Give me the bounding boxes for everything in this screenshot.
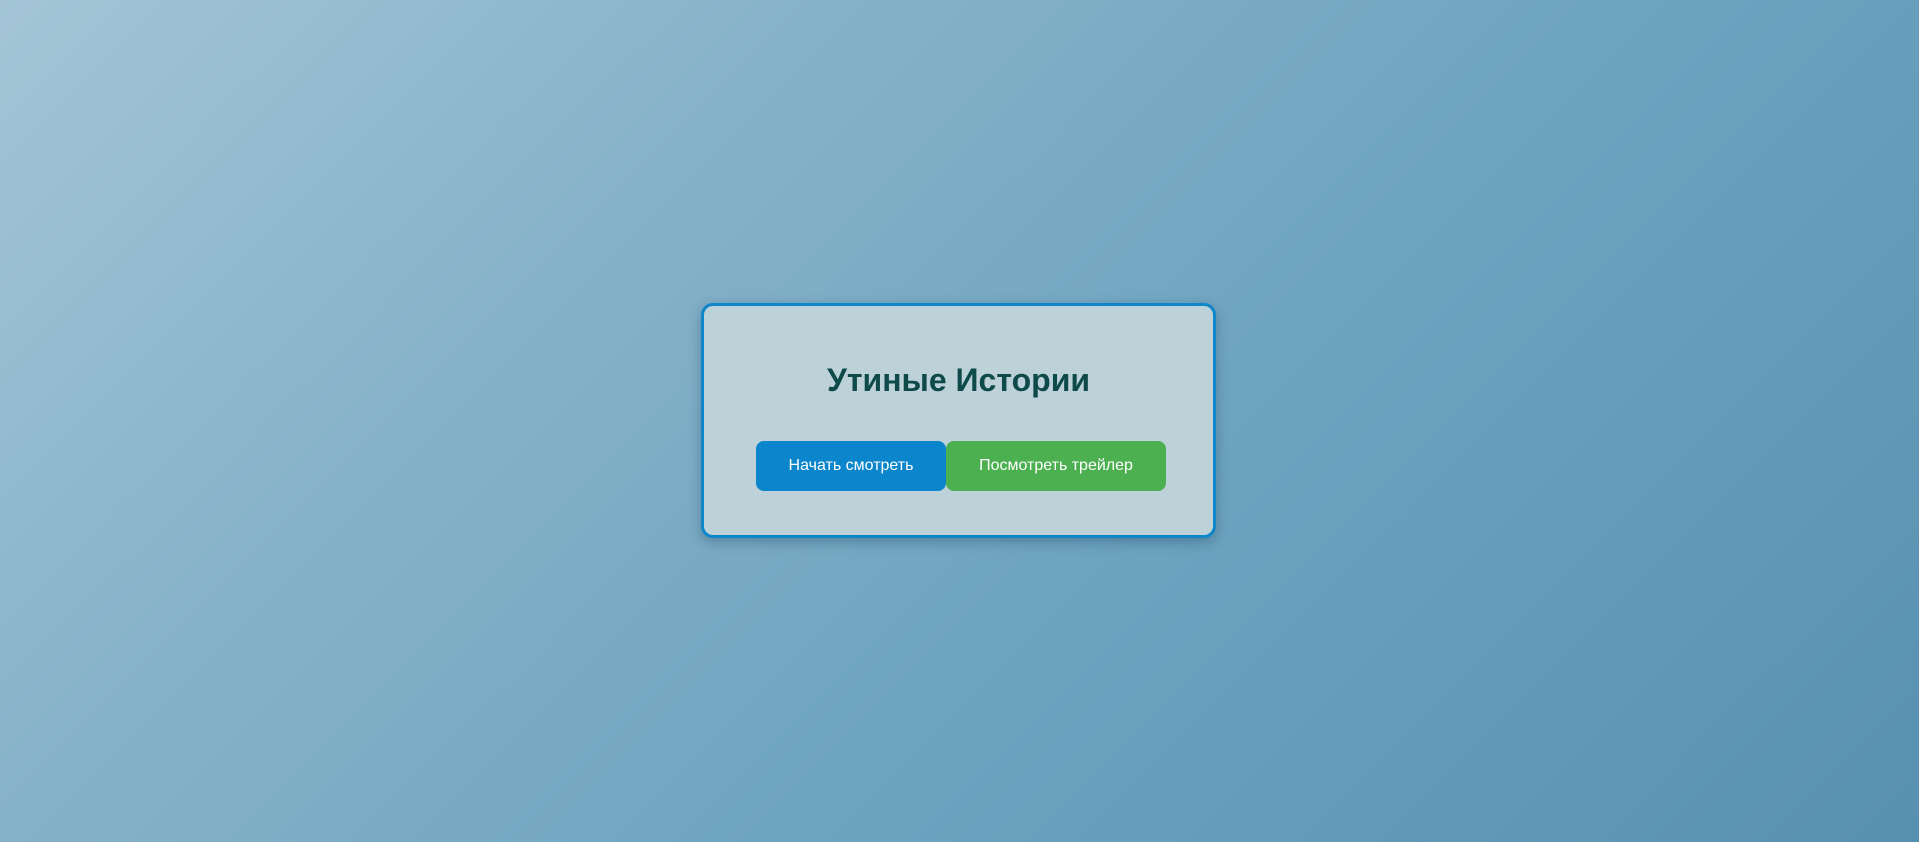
page-title: Утиные Истории (826, 362, 1091, 398)
watch-trailer-button[interactable]: Посмотреть трейлер (946, 441, 1166, 491)
button-row: Начать смотреть Посмотреть трейлер (756, 441, 1166, 491)
start-watching-button[interactable]: Начать смотреть (756, 441, 946, 491)
menu-card: Утиные Истории Начать смотреть Посмотрет… (701, 303, 1216, 538)
